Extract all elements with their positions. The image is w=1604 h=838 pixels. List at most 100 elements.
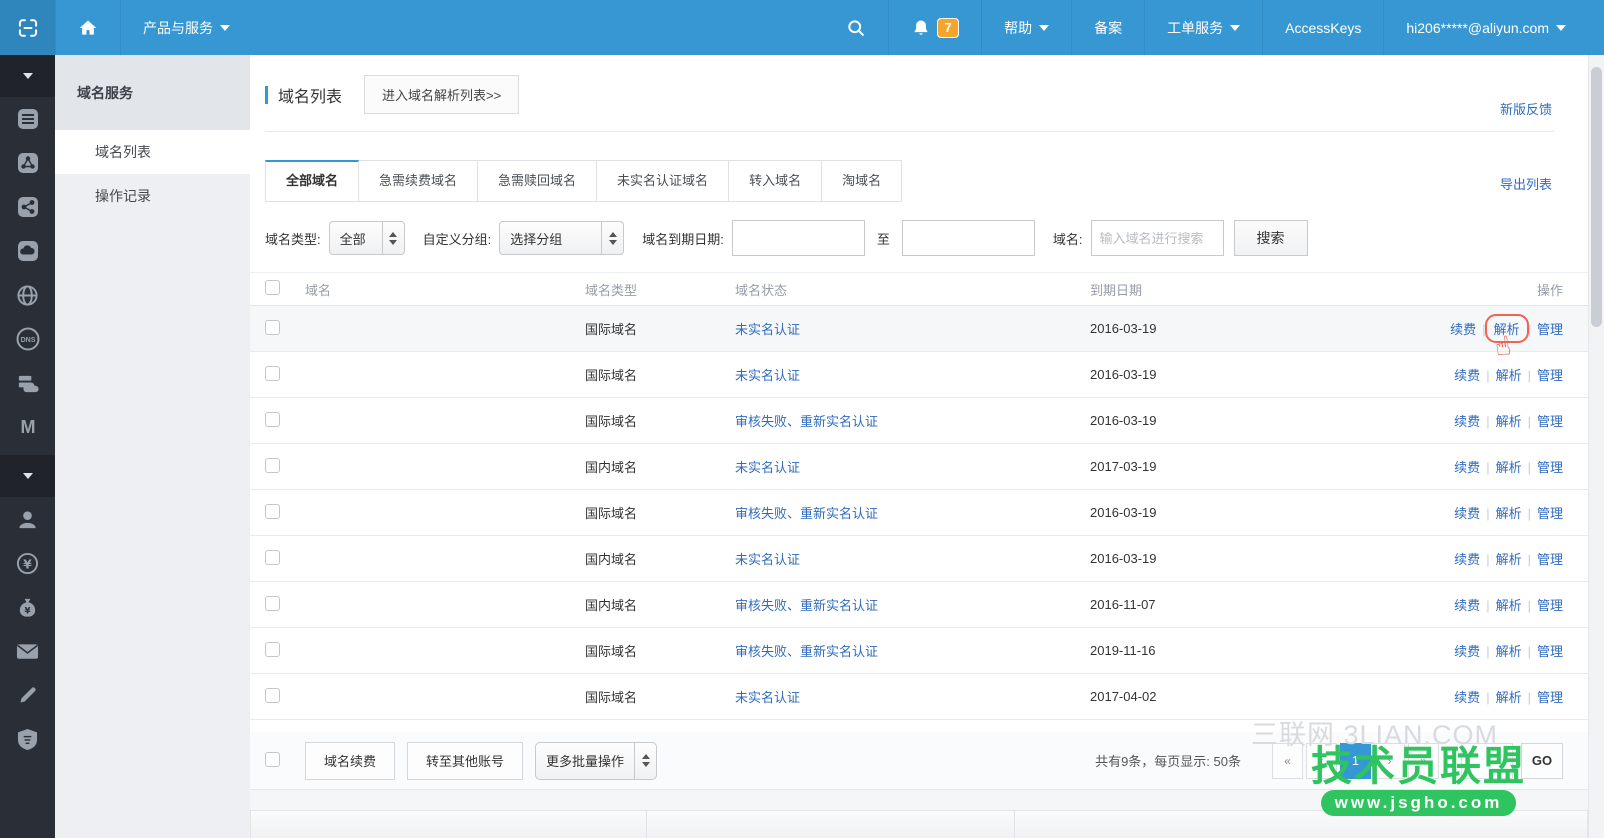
pagination-first-button[interactable]: « <box>1272 743 1303 779</box>
action-link-1[interactable]: 解析 <box>1496 552 1522 567</box>
sidebar-item-slb[interactable] <box>0 141 55 185</box>
domain-status-link[interactable]: 未实名认证 <box>735 690 800 705</box>
tab-2[interactable]: 急需赎回域名 <box>478 160 597 202</box>
action-link-1[interactable]: 解析 <box>1496 368 1522 383</box>
notifications-button[interactable]: 7 <box>888 0 981 55</box>
pagination-last-button[interactable]: » <box>1408 743 1439 779</box>
aliyun-logo[interactable] <box>0 0 55 55</box>
sidebar-collapse-top[interactable] <box>0 55 55 97</box>
row-checkbox[interactable] <box>265 366 280 381</box>
domain-status-link[interactable]: 审核失败、重新实名认证 <box>735 644 878 659</box>
domain-status-link[interactable]: 未实名认证 <box>735 322 800 337</box>
action-link-2[interactable]: 管理 <box>1537 414 1563 429</box>
action-link-2[interactable]: 管理 <box>1537 598 1563 613</box>
tab-3[interactable]: 未实名认证域名 <box>597 160 729 202</box>
search-button[interactable]: 搜索 <box>1234 220 1308 256</box>
new-version-feedback-link[interactable]: 新版反馈 <box>1500 99 1552 118</box>
domain-status-link[interactable]: 审核失败、重新实名认证 <box>735 598 878 613</box>
user-account-menu[interactable]: hi206*****@aliyun.com <box>1383 0 1588 55</box>
select-all-checkbox[interactable] <box>265 280 280 295</box>
sidebar-item-oss[interactable] <box>0 185 55 229</box>
expire-date-start-input[interactable] <box>732 220 865 256</box>
sidebar-item-domain[interactable] <box>0 273 55 317</box>
help-menu[interactable]: 帮助 <box>981 0 1071 55</box>
sidebar-item-messages[interactable] <box>0 629 55 673</box>
action-link-0[interactable]: 续费 <box>1454 506 1480 521</box>
vertical-scrollbar[interactable] <box>1588 55 1604 838</box>
expire-date-end-input[interactable] <box>902 220 1035 256</box>
renew-domains-button[interactable]: 域名续费 <box>305 742 395 780</box>
sidebar-collapse-bottom[interactable] <box>0 455 55 497</box>
sidebar-item-hosting[interactable] <box>0 361 55 405</box>
action-link-2[interactable]: 管理 <box>1537 644 1563 659</box>
domain-status-link[interactable]: 审核失败、重新实名认证 <box>735 414 878 429</box>
tab-5[interactable]: 淘域名 <box>822 160 902 202</box>
products-menu[interactable]: 产品与服务 <box>120 0 252 55</box>
sidebar-item-ecs[interactable] <box>0 97 55 141</box>
domain-search-input[interactable] <box>1091 220 1224 256</box>
action-link-0[interactable]: 续费 <box>1454 368 1480 383</box>
action-link-0[interactable]: 续费 <box>1454 414 1480 429</box>
pagination-page-1[interactable]: 1 <box>1340 743 1371 779</box>
row-checkbox[interactable] <box>265 412 280 427</box>
search-button[interactable] <box>824 0 888 55</box>
beian-link[interactable]: 备案 <box>1071 0 1144 55</box>
sidebar-item-dns[interactable]: DNS <box>0 317 55 361</box>
action-link-2[interactable]: 管理 <box>1537 506 1563 521</box>
sidebar-item-account[interactable] <box>0 497 55 541</box>
domain-status-link[interactable]: 审核失败、重新实名认证 <box>735 506 878 521</box>
row-checkbox[interactable] <box>265 458 280 473</box>
tab-0[interactable]: 全部域名 <box>265 160 359 202</box>
sidebar-item-funds[interactable]: ¥ <box>0 585 55 629</box>
row-checkbox[interactable] <box>265 550 280 565</box>
sidebar-item-operation-log[interactable]: 操作记录 <box>55 174 250 218</box>
action-link-1[interactable]: 解析 <box>1494 322 1520 337</box>
accesskeys-link[interactable]: AccessKeys <box>1262 0 1383 55</box>
action-link-1[interactable]: 解析 <box>1496 460 1522 475</box>
home-button[interactable] <box>55 0 120 55</box>
action-link-1[interactable]: 解析 <box>1496 598 1522 613</box>
domain-status-link[interactable]: 未实名认证 <box>735 460 800 475</box>
tab-1[interactable]: 急需续费域名 <box>359 160 478 202</box>
domain-type-select[interactable]: 全部 <box>329 221 405 255</box>
ticket-service-menu[interactable]: 工单服务 <box>1144 0 1262 55</box>
action-link-0[interactable]: 续费 <box>1450 322 1476 337</box>
domain-status-link[interactable]: 未实名认证 <box>735 552 800 567</box>
row-checkbox[interactable] <box>265 596 280 611</box>
sidebar-item-cdn[interactable] <box>0 229 55 273</box>
pagination-next-button[interactable]: › <box>1374 743 1405 779</box>
action-link-0[interactable]: 续费 <box>1454 690 1480 705</box>
select-all-checkbox-bottom[interactable] <box>265 752 280 767</box>
action-link-0[interactable]: 续费 <box>1454 598 1480 613</box>
tab-4[interactable]: 转入域名 <box>729 160 822 202</box>
action-link-2[interactable]: 管理 <box>1537 552 1563 567</box>
action-link-2[interactable]: 管理 <box>1537 690 1563 705</box>
sidebar-item-mns[interactable]: M <box>0 405 55 449</box>
row-checkbox[interactable] <box>265 642 280 657</box>
action-link-1[interactable]: 解析 <box>1496 690 1522 705</box>
action-link-1[interactable]: 解析 <box>1496 414 1522 429</box>
page-number-input[interactable] <box>1461 743 1513 779</box>
action-link-0[interactable]: 续费 <box>1454 460 1480 475</box>
pagination-prev-button[interactable]: ‹ <box>1306 743 1337 779</box>
enter-dns-list-button[interactable]: 进入域名解析列表>> <box>364 75 519 114</box>
sidebar-item-security[interactable] <box>0 717 55 761</box>
row-checkbox[interactable] <box>265 320 280 335</box>
sidebar-item-feedback[interactable] <box>0 673 55 717</box>
sidebar-item-billing[interactable]: ¥ <box>0 541 55 585</box>
domain-status-link[interactable]: 未实名认证 <box>735 368 800 383</box>
custom-group-select[interactable]: 选择分组 <box>499 221 624 255</box>
row-checkbox[interactable] <box>265 688 280 703</box>
action-link-0[interactable]: 续费 <box>1454 644 1480 659</box>
scrollbar-thumb[interactable] <box>1591 67 1602 327</box>
action-link-0[interactable]: 续费 <box>1454 552 1480 567</box>
action-link-2[interactable]: 管理 <box>1537 460 1563 475</box>
transfer-account-button[interactable]: 转至其他账号 <box>407 742 523 780</box>
sidebar-item-domain-list[interactable]: 域名列表 <box>55 130 250 174</box>
export-list-link[interactable]: 导出列表 <box>1500 174 1552 193</box>
action-link-1[interactable]: 解析 <box>1496 506 1522 521</box>
action-link-2[interactable]: 管理 <box>1537 322 1563 337</box>
more-batch-actions-select[interactable]: 更多批量操作 <box>535 742 657 780</box>
go-button[interactable]: GO <box>1521 743 1563 779</box>
action-link-1[interactable]: 解析 <box>1496 644 1522 659</box>
